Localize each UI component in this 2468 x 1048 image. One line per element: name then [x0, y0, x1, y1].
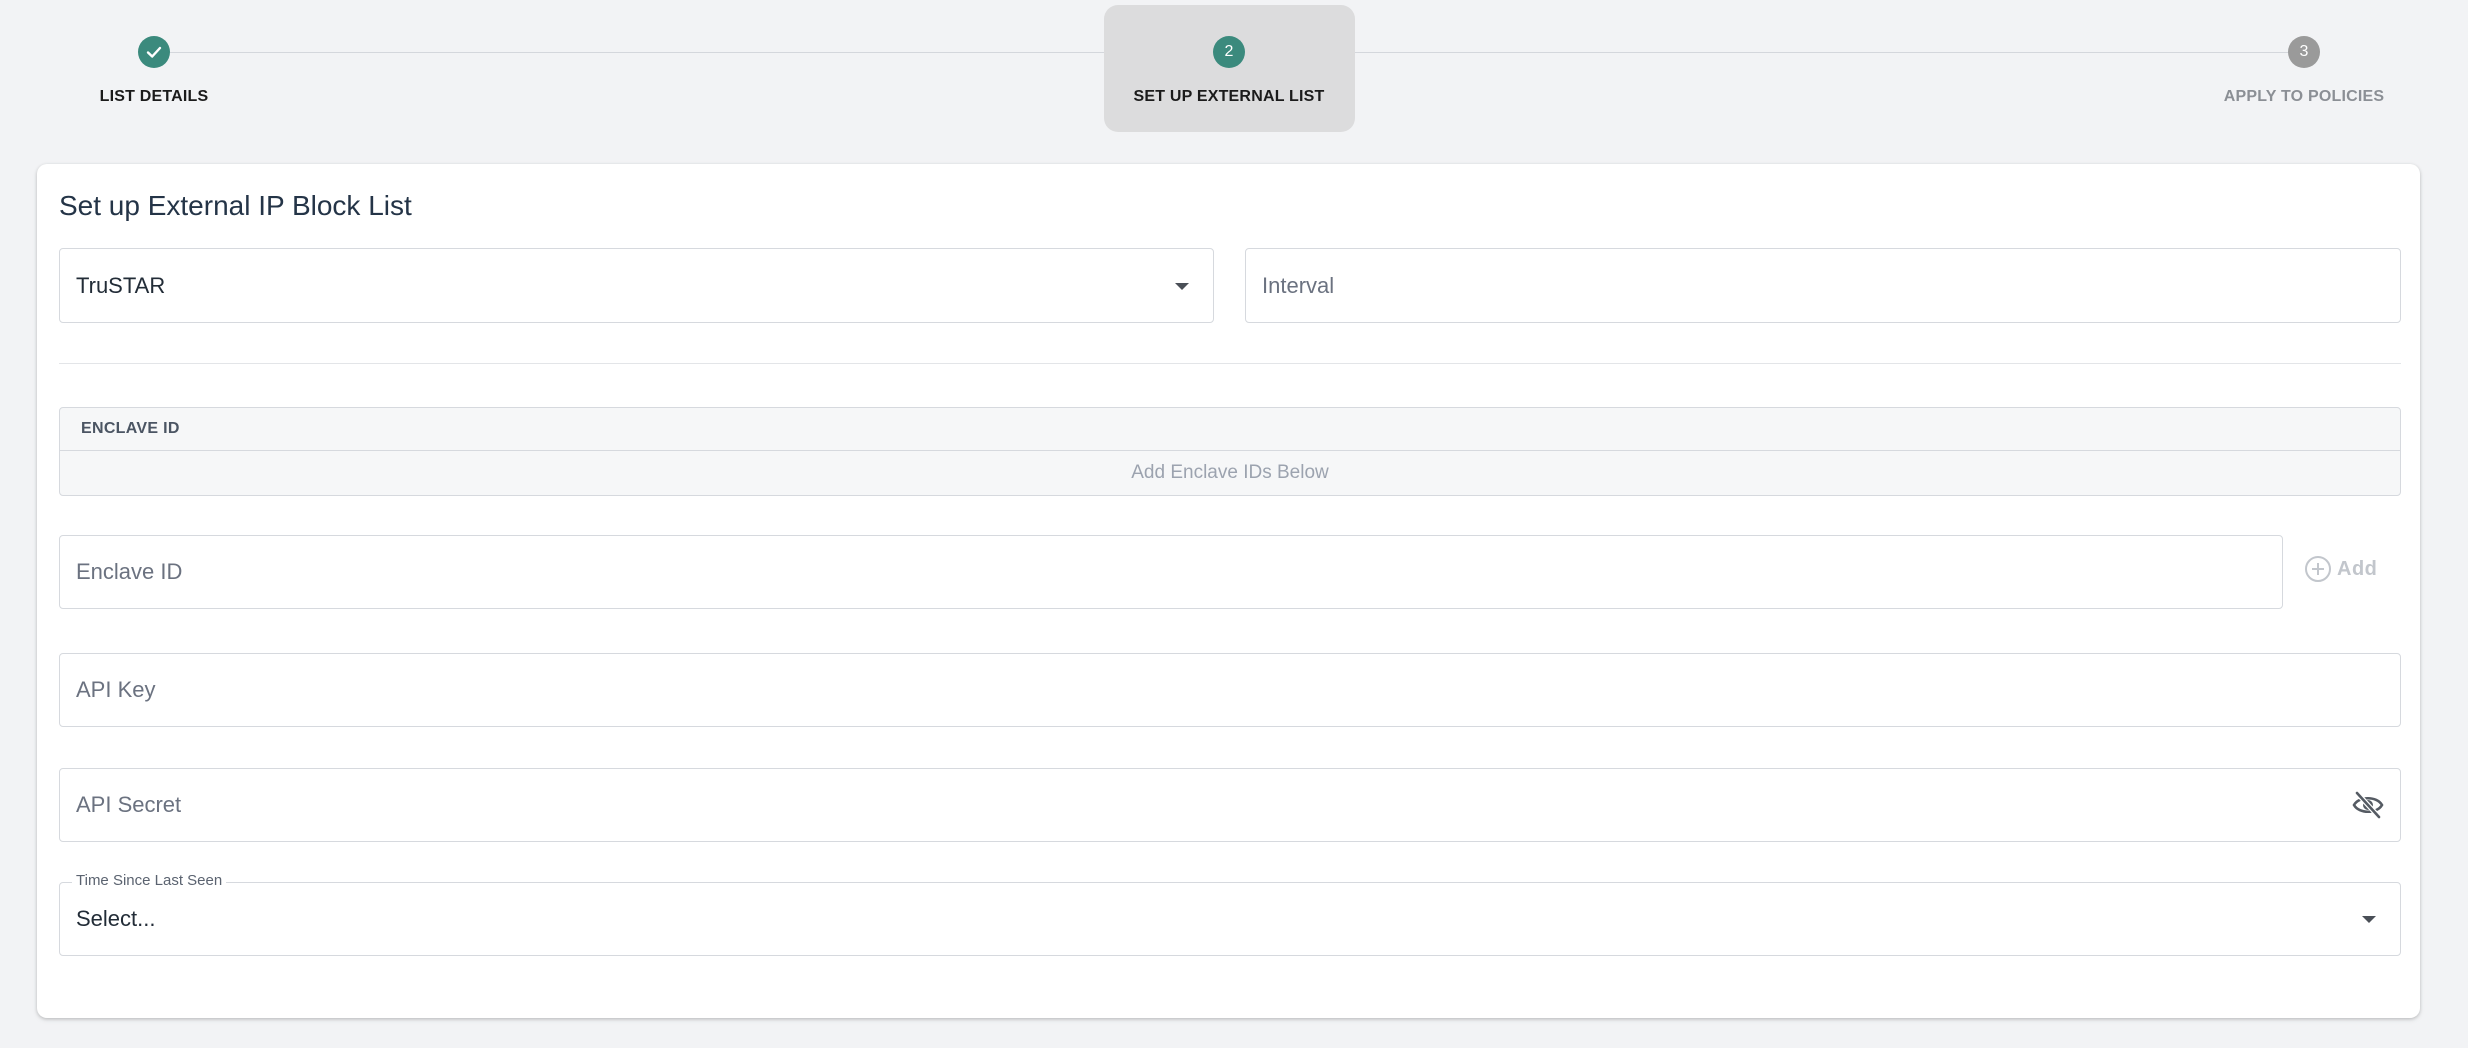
- enclave-id-input[interactable]: Enclave ID: [59, 535, 2283, 609]
- add-enclave-button[interactable]: Add: [2305, 556, 2377, 582]
- api-secret-input[interactable]: API Secret: [59, 768, 2401, 842]
- step-label: SET UP EXTERNAL LIST: [1133, 88, 1325, 105]
- add-button-label: Add: [2337, 557, 2378, 580]
- step-complete-indicator: [138, 36, 170, 68]
- provider-select[interactable]: TruSTAR: [59, 248, 1214, 323]
- time-since-last-seen-select[interactable]: Time Since Last Seen Select...: [59, 872, 2401, 956]
- checkmark-icon: [146, 46, 162, 58]
- step-label: APPLY TO POLICIES: [2223, 88, 2385, 105]
- enclave-id-table: ENCLAVE ID Add Enclave IDs Below: [59, 407, 2401, 496]
- caret-down-icon: [1175, 282, 1189, 290]
- step-set-up-external-list[interactable]: 2 SET UP EXTERNAL LIST: [1099, 36, 1359, 106]
- step-number-indicator: 3: [2288, 36, 2320, 68]
- time-since-last-seen-value: Select...: [76, 906, 156, 931]
- divider: [59, 363, 2401, 364]
- eye-off-icon[interactable]: [2352, 791, 2384, 819]
- step-list-details[interactable]: LIST DETAILS: [24, 36, 284, 106]
- stepper: LIST DETAILS 2 SET UP EXTERNAL LIST 3 AP…: [0, 0, 2468, 140]
- time-since-last-seen-label: Time Since Last Seen: [72, 872, 227, 889]
- step-connector: [1245, 52, 2295, 53]
- api-key-placeholder: API Key: [76, 677, 156, 702]
- api-secret-placeholder: API Secret: [76, 792, 182, 817]
- external-list-form-card: Set up External IP Block List TruSTAR In…: [37, 164, 2420, 1018]
- enclave-id-column-header: ENCLAVE ID: [60, 408, 2400, 451]
- form-title: Set up External IP Block List: [59, 190, 412, 221]
- plus-circle-icon: [2305, 556, 2331, 582]
- caret-down-icon: [2362, 916, 2376, 923]
- step-connector: [170, 52, 1230, 53]
- enclave-empty-state: Add Enclave IDs Below: [1131, 462, 1329, 483]
- provider-select-value: TruSTAR: [76, 272, 166, 298]
- api-key-input[interactable]: API Key: [59, 653, 2401, 727]
- step-number-indicator: 2: [1213, 36, 1245, 68]
- interval-input[interactable]: Interval: [1245, 248, 2401, 323]
- step-apply-to-policies[interactable]: 3 APPLY TO POLICIES: [2174, 36, 2434, 106]
- step-label: LIST DETAILS: [99, 88, 209, 105]
- interval-placeholder: Interval: [1262, 272, 1335, 298]
- enclave-id-placeholder: Enclave ID: [76, 559, 183, 584]
